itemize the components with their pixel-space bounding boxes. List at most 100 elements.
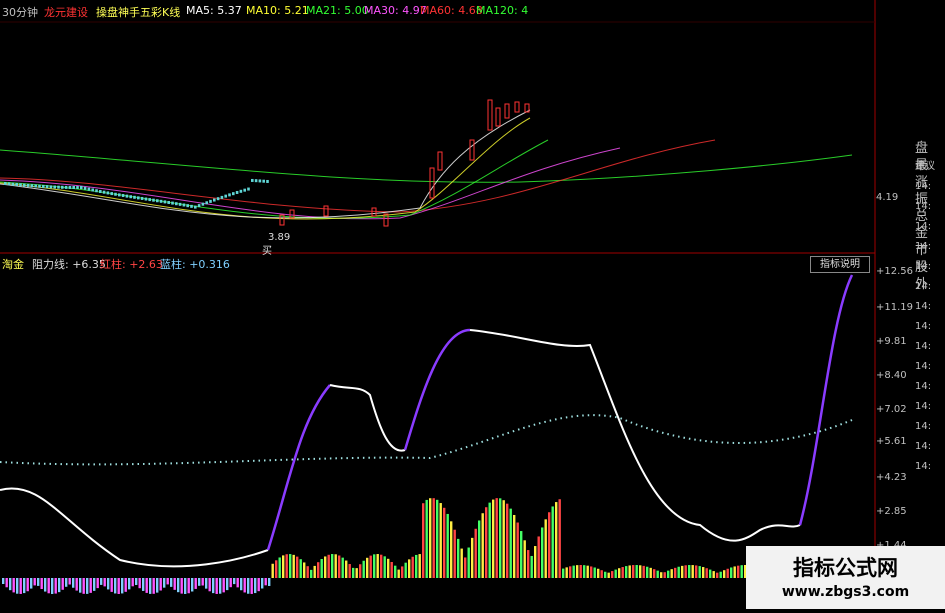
- candle-up: [495, 107, 501, 127]
- histogram-bar: [649, 567, 652, 578]
- histogram-bar: [236, 578, 239, 588]
- candle-up: [383, 213, 389, 227]
- candle: [156, 199, 159, 203]
- indicator-axis-tick: +2.85: [876, 506, 907, 517]
- histogram-bar: [639, 565, 642, 578]
- histogram-bar: [541, 527, 544, 578]
- histogram-bar: [674, 567, 677, 578]
- candle: [53, 185, 56, 189]
- indicator-name[interactable]: 操盘神手五彩K线: [96, 4, 180, 20]
- sidebar-sub-label[interactable]: 建议: [915, 157, 945, 177]
- candle: [254, 179, 258, 183]
- candle: [228, 193, 231, 197]
- histogram-bar: [51, 578, 54, 594]
- sidebar-time: 14:: [915, 301, 932, 312]
- candle: [72, 185, 75, 189]
- chart-window: 30分钟 龙元建设 操盘神手五彩K线 MA5: 5.37 MA10: 5.21 …: [0, 0, 945, 609]
- histogram-bar: [54, 578, 57, 594]
- histogram-bar: [215, 578, 218, 594]
- histogram-bar: [156, 578, 159, 593]
- histogram-bar: [404, 562, 407, 578]
- histogram-bar: [614, 569, 617, 578]
- moving-average-lines: [0, 109, 853, 220]
- histogram-bar: [30, 578, 33, 589]
- watermark-title: 指标公式网: [793, 556, 898, 580]
- histogram-bar: [334, 554, 337, 578]
- histogram-bar: [436, 499, 439, 578]
- candle: [23, 183, 26, 187]
- histogram-bar: [688, 565, 691, 578]
- indicator-histogram: [2, 498, 754, 594]
- candle: [159, 199, 163, 203]
- histogram-bar: [40, 578, 43, 590]
- histogram-bar: [450, 521, 453, 578]
- histogram-bar: [152, 578, 155, 594]
- candle: [133, 195, 136, 199]
- histogram-bar: [576, 565, 579, 578]
- histogram-bar: [93, 578, 96, 591]
- candle-up: [514, 101, 520, 113]
- candle: [118, 193, 121, 197]
- candle: [49, 185, 53, 189]
- candle: [125, 194, 129, 198]
- white-indicator-line: [329, 384, 406, 452]
- histogram-bar: [635, 565, 638, 578]
- histogram-bar: [656, 570, 659, 578]
- sidebar-item[interactable]: 盘: [915, 140, 945, 157]
- histogram-bar: [411, 556, 414, 578]
- histogram-bar: [726, 568, 729, 578]
- histogram-bar: [138, 578, 141, 589]
- histogram-bar: [453, 529, 456, 578]
- histogram-bar: [345, 560, 348, 578]
- sidebar-panel: 盘最涨振总金市股外 建议 14: 14: 14: 14: 14: 14: 14: 14: 14:…: [915, 140, 945, 609]
- histogram-bar: [397, 569, 400, 578]
- indicator-explain-button[interactable]: 指标说明: [810, 256, 870, 273]
- indicator-title[interactable]: 淘金: [2, 256, 24, 272]
- histogram-bar: [551, 506, 554, 578]
- red-bar-value: 红柱: +2.63: [100, 258, 163, 271]
- histogram-bar: [520, 531, 523, 578]
- candle: [26, 183, 30, 187]
- histogram-bar: [100, 578, 103, 585]
- period-label[interactable]: 30分钟: [2, 4, 38, 20]
- histogram-bar: [663, 572, 666, 578]
- watermark-badge: 指标公式网 www.zbgs3.com: [746, 546, 945, 609]
- indicator-axis-tick: +4.23: [876, 472, 907, 483]
- candle: [178, 202, 182, 206]
- candle: [114, 192, 117, 196]
- candle-up: [437, 151, 443, 171]
- histogram-bar: [432, 498, 435, 578]
- histogram-bar: [583, 565, 586, 578]
- histogram-bar: [513, 514, 516, 578]
- ma10-value: MA10: 5.21: [246, 4, 309, 17]
- histogram-bar: [387, 558, 390, 578]
- histogram-bar: [516, 522, 519, 578]
- ma5-value: MA5: 5.37: [186, 4, 242, 17]
- histogram-bar: [285, 554, 288, 578]
- histogram-bar: [44, 578, 47, 592]
- candle: [262, 179, 265, 183]
- candle: [167, 200, 170, 204]
- histogram-bar: [117, 578, 120, 594]
- histogram-bar: [303, 562, 306, 578]
- candle: [216, 197, 220, 201]
- histogram-bar: [534, 546, 537, 578]
- histogram-bar: [460, 548, 463, 578]
- candle: [129, 195, 132, 199]
- purple-indicator-line: [266, 384, 331, 551]
- watermark-url: www.zbgs3.com: [781, 584, 910, 600]
- candle: [144, 197, 148, 201]
- histogram-bar: [366, 557, 369, 578]
- histogram-bar: [565, 567, 568, 578]
- histogram-bar: [733, 566, 736, 578]
- sidebar-time: 14:: [915, 421, 932, 432]
- histogram-bar: [191, 578, 194, 592]
- histogram-bar: [110, 578, 113, 592]
- histogram-bar: [170, 578, 173, 587]
- histogram-bar: [607, 572, 610, 578]
- stock-chart-canvas[interactable]: [0, 0, 945, 609]
- ma30-value: MA30: 4.97: [364, 4, 427, 17]
- candle: [239, 189, 243, 193]
- histogram-bar: [212, 578, 215, 594]
- histogram-bar: [278, 557, 281, 578]
